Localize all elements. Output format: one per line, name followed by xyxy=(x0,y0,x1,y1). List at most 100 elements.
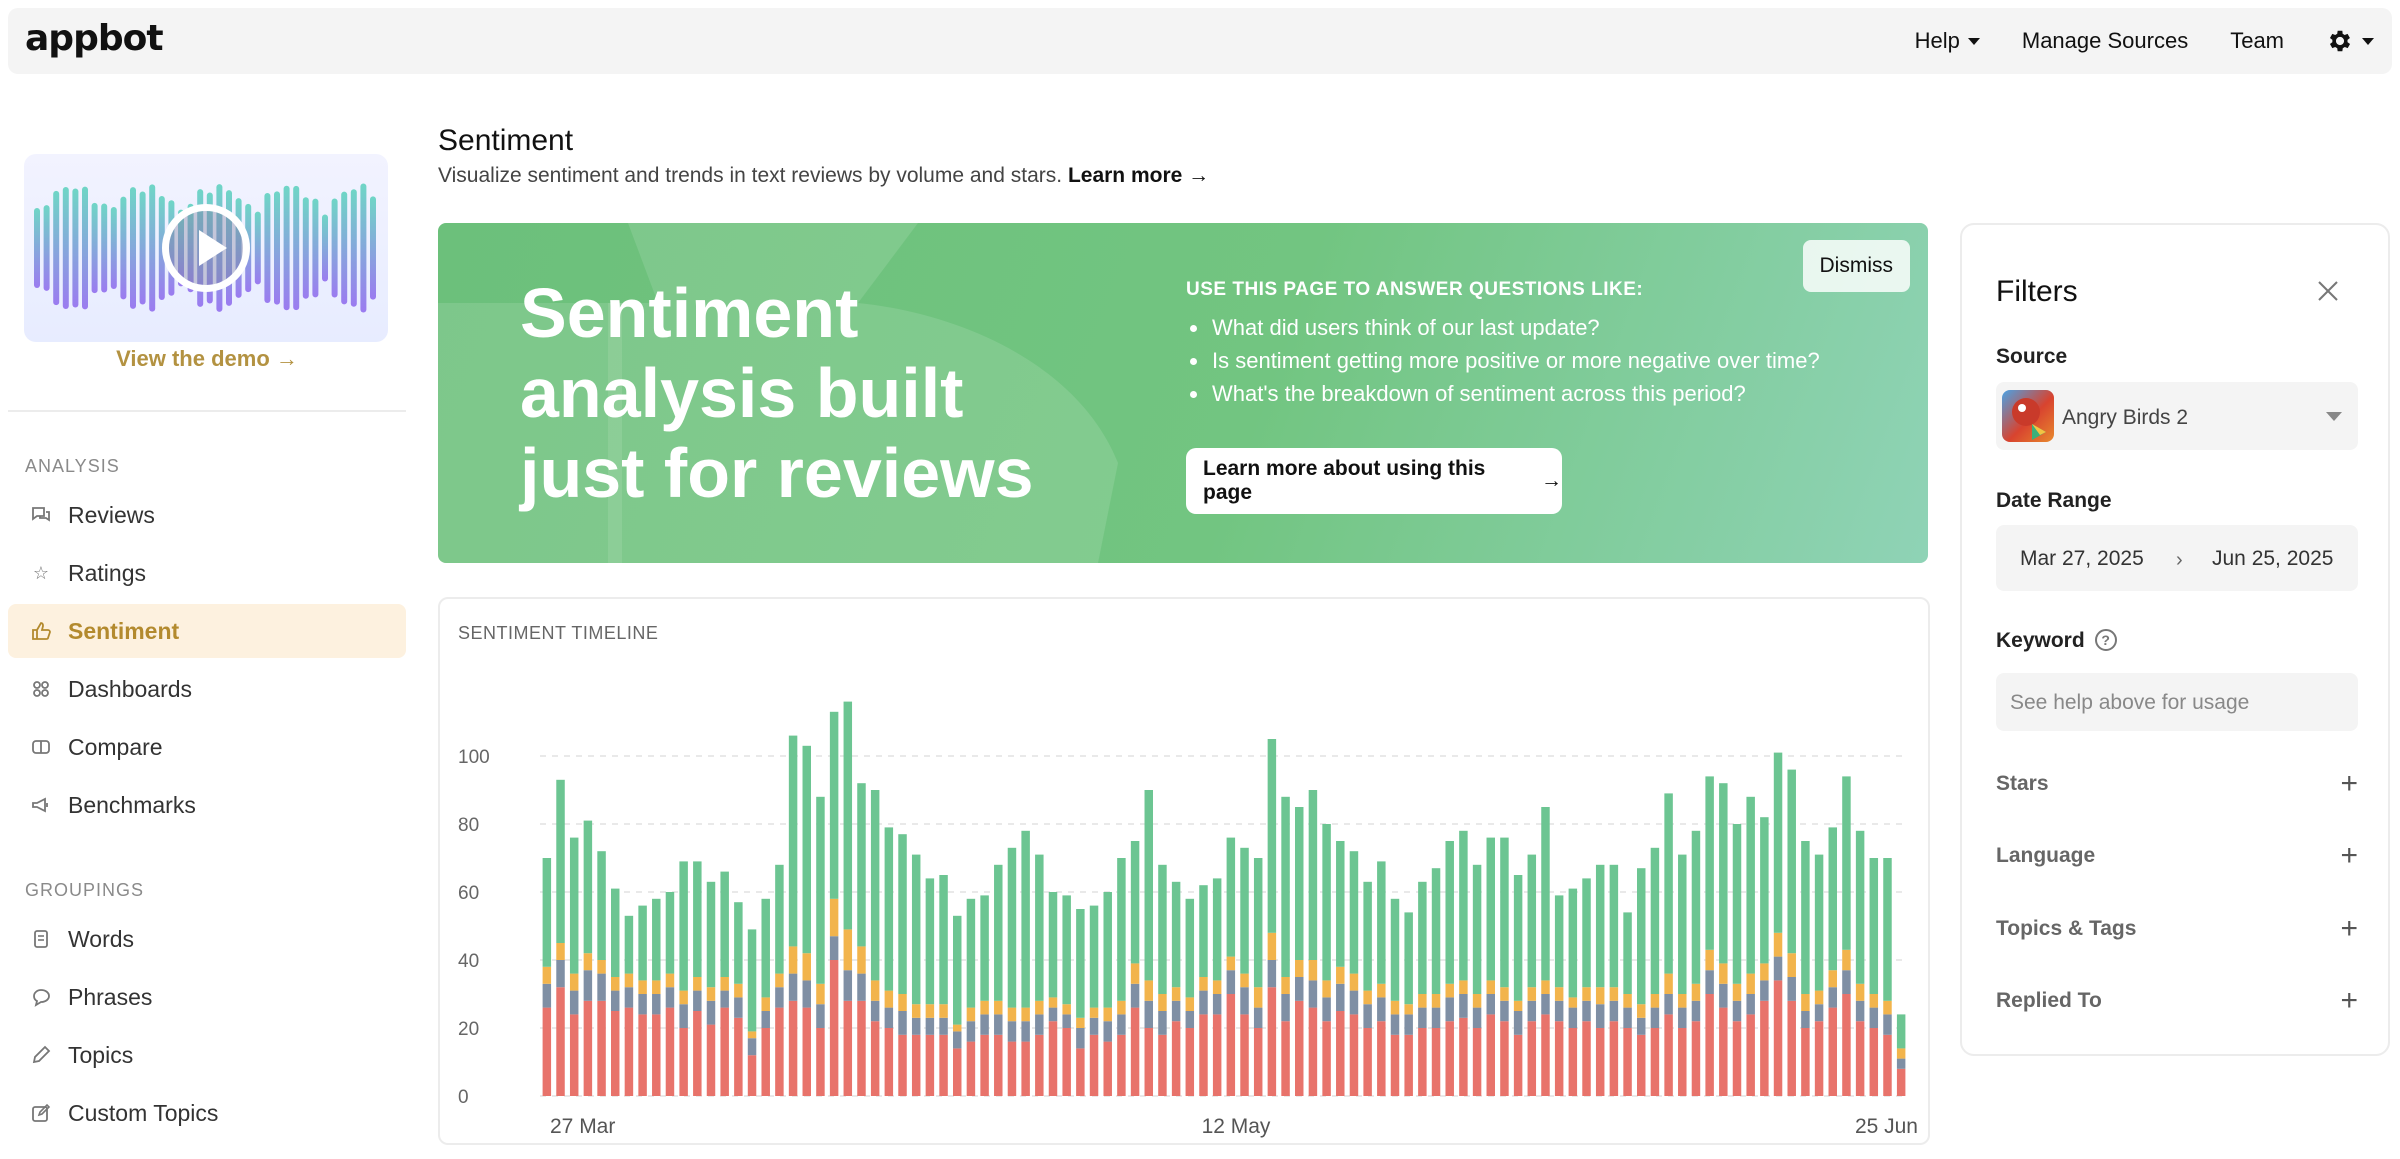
settings-menu[interactable] xyxy=(2326,27,2374,55)
bar-negative[interactable] xyxy=(1158,1034,1167,1096)
bar-neutral[interactable] xyxy=(994,1014,1003,1035)
bar-mixed[interactable] xyxy=(829,898,839,937)
bar-mixed[interactable] xyxy=(1650,994,1660,1008)
bar-positive[interactable] xyxy=(1294,807,1304,960)
bar-positive[interactable] xyxy=(1377,861,1386,984)
bar-mixed[interactable] xyxy=(1513,1000,1523,1011)
bar-positive[interactable] xyxy=(939,875,948,1005)
bar-negative[interactable] xyxy=(1773,980,1783,1096)
bar-mixed[interactable] xyxy=(1267,932,1277,960)
bar-negative[interactable] xyxy=(1678,1028,1687,1096)
bar-negative[interactable] xyxy=(1650,1028,1660,1096)
bar-mixed[interactable] xyxy=(952,1024,962,1032)
bar-positive[interactable] xyxy=(1760,817,1769,964)
bar-negative[interactable] xyxy=(610,1011,620,1096)
bar-positive[interactable] xyxy=(1732,824,1742,984)
bar-mixed[interactable] xyxy=(1130,963,1140,984)
bar-neutral[interactable] xyxy=(1801,1011,1810,1028)
bar-positive[interactable] xyxy=(665,892,675,974)
bar-neutral[interactable] xyxy=(939,1017,948,1035)
bar-mixed[interactable] xyxy=(1021,1007,1030,1022)
bar-neutral[interactable] xyxy=(1732,1000,1742,1022)
bar-positive[interactable] xyxy=(1541,807,1550,981)
bar-mixed[interactable] xyxy=(898,994,907,1011)
bar-mixed[interactable] xyxy=(1486,980,1496,994)
bar-neutral[interactable] xyxy=(870,1000,880,1022)
bar-positive[interactable] xyxy=(1513,875,1523,1001)
bar-negative[interactable] xyxy=(966,1041,976,1096)
bar-negative[interactable] xyxy=(1418,1028,1427,1096)
bar-mixed[interactable] xyxy=(1732,983,1742,1001)
bar-negative[interactable] xyxy=(857,1000,866,1096)
filter-language[interactable]: Language + xyxy=(1996,841,2358,871)
bar-positive[interactable] xyxy=(1048,892,1058,998)
bar-neutral[interactable] xyxy=(1814,1004,1824,1022)
bar-mixed[interactable] xyxy=(1554,987,1564,1001)
bar-neutral[interactable] xyxy=(1568,1007,1578,1028)
bar-negative[interactable] xyxy=(720,1007,729,1096)
bar-positive[interactable] xyxy=(1021,830,1030,1008)
bar-mixed[interactable] xyxy=(624,973,634,988)
bar-neutral[interactable] xyxy=(1377,997,1386,1022)
bar-negative[interactable] xyxy=(706,1024,716,1096)
bar-mixed[interactable] xyxy=(1089,1007,1099,1018)
bar-mixed[interactable] xyxy=(1240,973,1249,988)
bar-negative[interactable] xyxy=(747,1055,757,1096)
bar-mixed[interactable] xyxy=(1377,983,1386,998)
bar-mixed[interactable] xyxy=(693,977,702,991)
bar-neutral[interactable] xyxy=(1103,1021,1112,1042)
bar-neutral[interactable] xyxy=(638,994,647,1015)
bar-negative[interactable] xyxy=(1719,1007,1728,1096)
bar-negative[interactable] xyxy=(788,1000,798,1096)
bar-neutral[interactable] xyxy=(911,1017,921,1035)
bar-negative[interactable] xyxy=(1336,1011,1345,1096)
bar-positive[interactable] xyxy=(1349,851,1359,974)
bar-positive[interactable] xyxy=(1773,752,1783,933)
bar-negative[interactable] xyxy=(1609,1021,1619,1096)
bar-neutral[interactable] xyxy=(1431,1007,1441,1028)
bar-positive[interactable] xyxy=(1636,868,1646,1005)
bar-neutral[interactable] xyxy=(1869,1007,1879,1028)
bar-positive[interactable] xyxy=(952,915,962,1025)
bar-positive[interactable] xyxy=(638,905,647,981)
bar-neutral[interactable] xyxy=(761,1011,770,1028)
bar-neutral[interactable] xyxy=(816,1004,825,1028)
bar-negative[interactable] xyxy=(843,1000,853,1096)
bar-mixed[interactable] xyxy=(1801,994,1810,1011)
bar-negative[interactable] xyxy=(1459,1017,1468,1096)
bar-mixed[interactable] xyxy=(1568,997,1578,1008)
bar-mixed[interactable] xyxy=(1472,994,1482,1008)
bar-mixed[interactable] xyxy=(638,980,647,994)
bar-mixed[interactable] xyxy=(1595,987,1605,1005)
bar-negative[interactable] xyxy=(679,1028,688,1096)
bar-neutral[interactable] xyxy=(1199,990,1208,1015)
bar-neutral[interactable] xyxy=(1185,1011,1195,1028)
bar-mixed[interactable] xyxy=(734,983,743,998)
bar-neutral[interactable] xyxy=(1021,1021,1030,1042)
bar-mixed[interactable] xyxy=(1883,1000,1892,1015)
bar-mixed[interactable] xyxy=(939,1004,948,1018)
bar-positive[interactable] xyxy=(761,898,770,998)
bar-negative[interactable] xyxy=(980,1034,989,1096)
bar-mixed[interactable] xyxy=(1746,973,1755,994)
bar-positive[interactable] xyxy=(1226,837,1236,957)
bar-mixed[interactable] xyxy=(1664,973,1673,994)
bar-positive[interactable] xyxy=(857,783,866,947)
bar-neutral[interactable] xyxy=(1048,1007,1058,1022)
date-range-picker[interactable]: Mar 27, 2025 › Jun 25, 2025 xyxy=(1996,525,2358,591)
bar-positive[interactable] xyxy=(1842,776,1851,950)
team-link[interactable]: Team xyxy=(2230,28,2284,54)
bar-mixed[interactable] xyxy=(1719,963,1728,984)
bar-negative[interactable] xyxy=(1240,1014,1249,1096)
bar-neutral[interactable] xyxy=(1623,1007,1632,1028)
bar-mixed[interactable] xyxy=(775,973,784,988)
bar-positive[interactable] xyxy=(1691,830,1701,984)
bar-positive[interactable] xyxy=(1664,793,1673,974)
bar-negative[interactable] xyxy=(1322,1021,1331,1096)
bar-negative[interactable] xyxy=(1171,1021,1181,1096)
bar-mixed[interactable] xyxy=(1636,1004,1646,1018)
bar-neutral[interactable] xyxy=(1240,987,1249,1015)
bar-mixed[interactable] xyxy=(1869,994,1879,1008)
bar-positive[interactable] xyxy=(1308,790,1318,960)
bar-neutral[interactable] xyxy=(788,973,798,1001)
